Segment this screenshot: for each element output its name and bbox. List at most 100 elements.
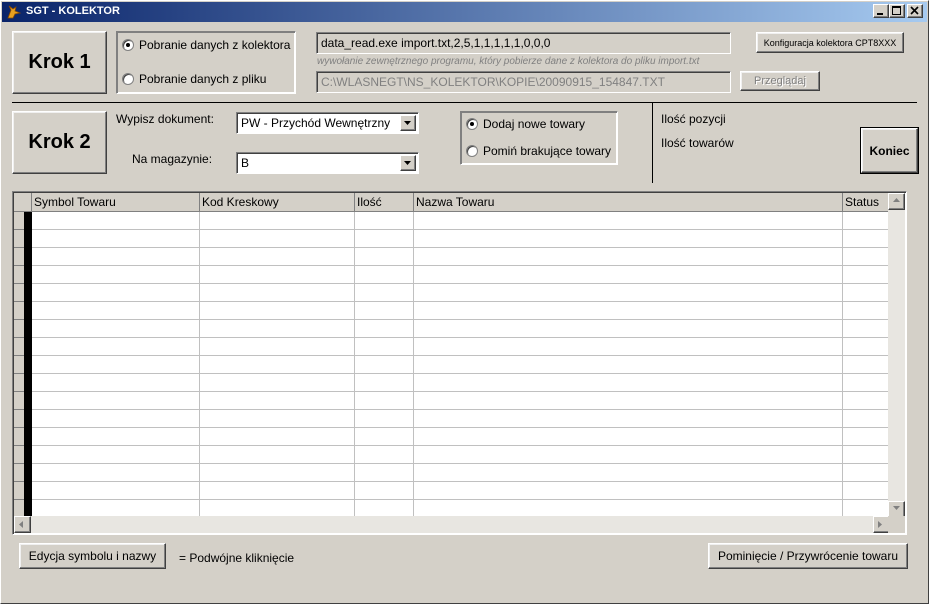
row-selector[interactable] <box>14 464 32 482</box>
table-cell[interactable] <box>355 320 414 338</box>
table-row[interactable] <box>32 212 889 230</box>
row-selector[interactable] <box>14 302 32 320</box>
end-button[interactable]: Koniec <box>860 127 919 174</box>
row-selector[interactable] <box>14 248 32 266</box>
table-cell[interactable] <box>414 284 843 302</box>
table-cell[interactable] <box>32 482 200 500</box>
table-cell[interactable] <box>32 320 200 338</box>
table-cell[interactable] <box>355 374 414 392</box>
table-cell[interactable] <box>200 320 355 338</box>
table-cell[interactable] <box>414 392 843 410</box>
table-cell[interactable] <box>414 338 843 356</box>
radio-collector[interactable]: Pobranie danych z kolektora <box>122 38 290 52</box>
document-dropdown-button[interactable] <box>400 115 416 131</box>
row-selector[interactable] <box>14 356 32 374</box>
table-row[interactable] <box>32 230 889 248</box>
table-cell[interactable] <box>843 428 889 446</box>
radio-add-items[interactable]: Dodaj nowe towary <box>466 117 585 131</box>
table-cell[interactable] <box>355 284 414 302</box>
horizontal-scrollbar[interactable] <box>14 516 890 533</box>
table-cell[interactable] <box>843 392 889 410</box>
table-cell[interactable] <box>32 302 200 320</box>
table-cell[interactable] <box>32 356 200 374</box>
table-cell[interactable] <box>32 284 200 302</box>
step2-button[interactable]: Krok 2 <box>12 111 107 174</box>
items-grid[interactable]: Symbol Towaru Kod Kreskowy Ilość Nazwa T… <box>12 191 907 535</box>
table-cell[interactable] <box>32 230 200 248</box>
table-cell[interactable] <box>200 446 355 464</box>
table-cell[interactable] <box>414 212 843 230</box>
table-cell[interactable] <box>414 302 843 320</box>
table-cell[interactable] <box>200 374 355 392</box>
table-cell[interactable] <box>843 464 889 482</box>
column-header-status[interactable]: Status <box>843 193 889 212</box>
skip-restore-button[interactable]: Pominięcie / Przywrócenie towaru <box>708 543 908 569</box>
table-cell[interactable] <box>355 356 414 374</box>
table-cell[interactable] <box>32 464 200 482</box>
table-cell[interactable] <box>843 374 889 392</box>
radio-collector-dot[interactable] <box>122 39 134 51</box>
column-header-symbol[interactable]: Symbol Towaru <box>32 193 200 212</box>
table-cell[interactable] <box>200 212 355 230</box>
table-cell[interactable] <box>843 248 889 266</box>
table-cell[interactable] <box>200 464 355 482</box>
table-cell[interactable] <box>843 284 889 302</box>
title-bar[interactable]: SGT - KOLEKTOR <box>2 2 927 22</box>
table-cell[interactable] <box>355 266 414 284</box>
table-cell[interactable] <box>200 230 355 248</box>
table-cell[interactable] <box>843 356 889 374</box>
table-cell[interactable] <box>843 482 889 500</box>
table-cell[interactable] <box>843 338 889 356</box>
table-row[interactable] <box>32 374 889 392</box>
table-row[interactable] <box>32 482 889 500</box>
maximize-button[interactable] <box>889 4 905 18</box>
table-cell[interactable] <box>355 392 414 410</box>
radio-file[interactable]: Pobranie danych z pliku <box>122 72 266 86</box>
table-row[interactable] <box>32 356 889 374</box>
table-row[interactable] <box>32 302 889 320</box>
table-cell[interactable] <box>414 320 843 338</box>
row-selector[interactable] <box>14 212 32 230</box>
radio-skip-items[interactable]: Pomiń brakujące towary <box>466 144 611 158</box>
table-cell[interactable] <box>355 212 414 230</box>
table-cell[interactable] <box>355 230 414 248</box>
column-header-name[interactable]: Nazwa Towaru <box>414 193 843 212</box>
row-selector[interactable] <box>14 392 32 410</box>
step1-button[interactable]: Krok 1 <box>12 31 107 94</box>
radio-add-dot[interactable] <box>466 118 478 130</box>
row-selector[interactable] <box>14 428 32 446</box>
table-cell[interactable] <box>414 356 843 374</box>
table-cell[interactable] <box>355 482 414 500</box>
table-cell[interactable] <box>355 428 414 446</box>
scroll-up-button[interactable] <box>888 193 905 210</box>
table-row[interactable] <box>32 248 889 266</box>
table-cell[interactable] <box>414 428 843 446</box>
table-cell[interactable] <box>414 248 843 266</box>
table-cell[interactable] <box>414 230 843 248</box>
table-row[interactable] <box>32 320 889 338</box>
table-cell[interactable] <box>32 266 200 284</box>
table-cell[interactable] <box>414 446 843 464</box>
table-row[interactable] <box>32 284 889 302</box>
table-row[interactable] <box>32 410 889 428</box>
row-selector[interactable] <box>14 338 32 356</box>
table-cell[interactable] <box>200 356 355 374</box>
minimize-button[interactable] <box>873 4 889 18</box>
table-cell[interactable] <box>843 212 889 230</box>
row-selector[interactable] <box>14 284 32 302</box>
table-cell[interactable] <box>32 374 200 392</box>
table-cell[interactable] <box>414 464 843 482</box>
table-cell[interactable] <box>414 374 843 392</box>
table-cell[interactable] <box>843 410 889 428</box>
row-selector[interactable] <box>14 482 32 500</box>
table-cell[interactable] <box>355 464 414 482</box>
table-row[interactable] <box>32 338 889 356</box>
table-cell[interactable] <box>414 410 843 428</box>
row-selector[interactable] <box>14 230 32 248</box>
table-cell[interactable] <box>843 302 889 320</box>
table-cell[interactable] <box>200 338 355 356</box>
table-cell[interactable] <box>200 392 355 410</box>
table-cell[interactable] <box>32 446 200 464</box>
table-cell[interactable] <box>843 230 889 248</box>
radio-skip-dot[interactable] <box>466 145 478 157</box>
